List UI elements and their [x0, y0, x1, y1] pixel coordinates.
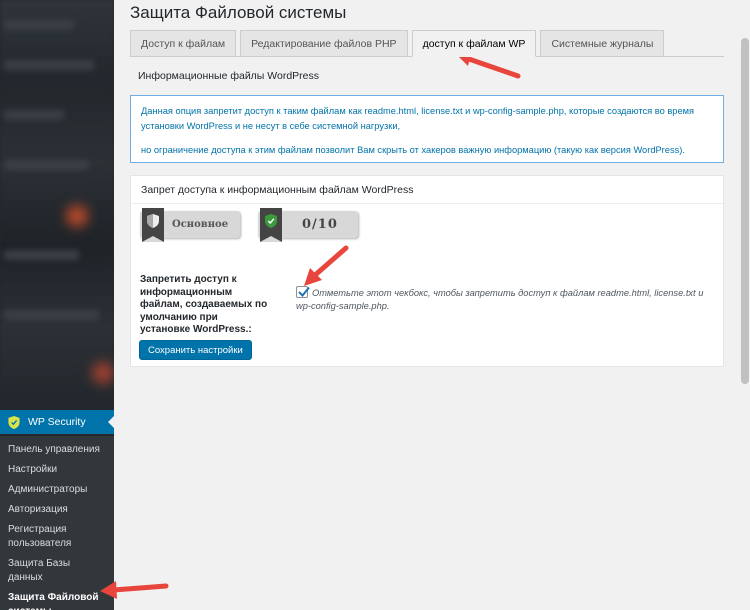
sidebar-item-dashboard[interactable]: Панель управления: [0, 440, 114, 460]
security-level-badge: Основное: [140, 208, 240, 242]
tab-system-logs[interactable]: Системные журналы: [540, 30, 665, 56]
tab-bar: Доступ к файлам Редактирование файлов PH…: [130, 30, 668, 57]
shield-icon: [147, 214, 159, 228]
settings-panel: Запрет доступа к информационным файлам W…: [130, 175, 724, 367]
sidebar-item-filesystem[interactable]: Защита Файловой системы: [0, 588, 114, 610]
info-box: Данная опция запретит доступ к таким фай…: [130, 95, 724, 163]
sidebar-item-wp-security[interactable]: WP Security: [0, 410, 114, 434]
info-text-1: Данная опция запретит доступ к таким фай…: [141, 106, 695, 131]
blurred-menu-item: [4, 160, 89, 170]
sidebar-submenu: Панель управления Настройки Администрато…: [0, 436, 114, 610]
tab-wp-file-access[interactable]: доступ к файлам WP: [411, 30, 537, 57]
sidebar-item-registration[interactable]: Регистрация пользователя: [0, 520, 114, 554]
badge-score-label: 0/10: [302, 217, 338, 232]
blurred-badge: [92, 362, 114, 384]
ribbon-icon: [260, 208, 282, 242]
ribbon-icon: [142, 208, 164, 242]
scrollbar-thumb[interactable]: [741, 38, 749, 384]
sidebar-item-admins[interactable]: Администраторы: [0, 480, 114, 500]
checkmark-icon: [298, 286, 310, 297]
scrollbar[interactable]: [740, 0, 750, 610]
field-label: Запретить доступ к информационным файлам…: [140, 274, 268, 335]
badge-basic-label: Основное: [172, 219, 229, 230]
blurred-badge: [66, 205, 88, 227]
blurred-menu-item: [4, 310, 99, 320]
tab-php-editing[interactable]: Редактирование файлов PHP: [240, 30, 408, 56]
blurred-menu-item: [4, 110, 64, 120]
shield-check-icon: [265, 214, 277, 228]
sidebar-item-database[interactable]: Защита Базы данных: [0, 554, 114, 588]
sidebar-plugin-label: WP Security: [28, 416, 86, 428]
field-description: Отметьте этот чекбокс, чтобы запретить д…: [296, 288, 704, 311]
save-settings-button[interactable]: Сохранить настройки: [139, 340, 252, 360]
panel-title: Запрет доступа к информационным файлам W…: [131, 176, 723, 204]
disable-info-files-checkbox[interactable]: [296, 286, 310, 298]
current-menu-arrow: [108, 416, 114, 428]
tab-file-access[interactable]: Доступ к файлам: [130, 30, 237, 56]
shield-icon: [8, 415, 20, 429]
info-text-2: но ограничение доступа к этим файлам поз…: [141, 145, 685, 155]
blurred-menu-item: [4, 60, 94, 70]
section-title: Информационные файлы WordPress: [138, 70, 320, 82]
page-title: Защита Файловой системы: [130, 3, 347, 22]
sidebar-item-login[interactable]: Авторизация: [0, 500, 114, 520]
blurred-menu-item: [4, 250, 79, 260]
blurred-menu-item: [4, 20, 74, 30]
admin-sidebar: WP Security Панель управления Настройки …: [0, 0, 114, 610]
sidebar-item-settings[interactable]: Настройки: [0, 460, 114, 480]
security-score-badge: 0/10: [258, 208, 358, 242]
